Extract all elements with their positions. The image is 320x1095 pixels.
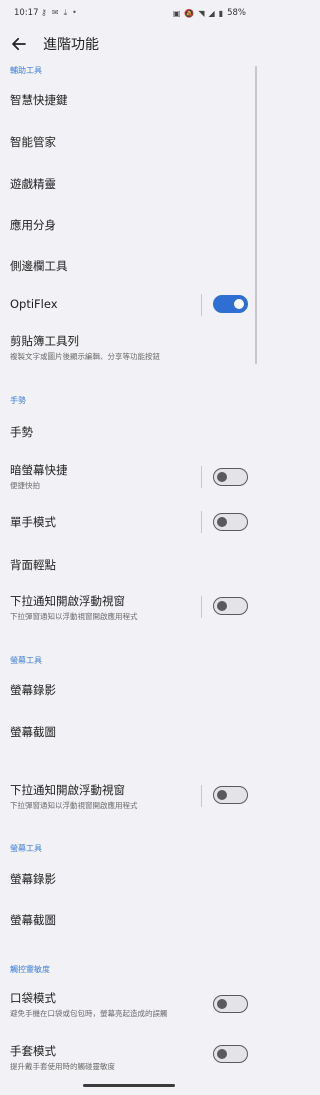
settings-item-smart-key[interactable]: 智慧快捷鍵 [0,84,258,118]
divider [201,466,202,488]
item-label: 智慧快捷鍵 [10,93,68,107]
battery-percent: 58% [227,8,246,18]
pocket-mode-toggle[interactable] [213,995,248,1013]
toggle-knob [217,1048,227,1059]
item-label: 手勢 [10,425,33,439]
section-header-screen-tools-2: 螢幕工具 [10,844,42,853]
settings-item-smart-manager[interactable]: 智能管家 [0,126,258,160]
settings-item-screenshot-2[interactable]: 螢幕截圖 [0,904,258,936]
item-label: 螢幕錄影 [10,872,56,886]
floating-window-toggle-1[interactable] [213,597,248,615]
battery-icon: ▮ [218,8,224,18]
item-subtitle: 下拉彈窗通知以浮動視窗開啟應用程式 [10,801,138,810]
divider [201,785,202,807]
settings-item-gesture[interactable]: 手勢 [0,416,258,448]
item-label: 螢幕截圖 [10,725,56,739]
home-indicator[interactable] [83,1084,175,1087]
item-label: OptiFlex [10,297,58,311]
item-label: 手套模式 [10,1044,56,1058]
divider [201,294,202,316]
signal-icon: ◢ [208,8,215,18]
toggle-knob [217,600,227,611]
notification-icons: ⚷ ✉ ⤓ • [41,8,77,18]
item-subtitle: 下拉彈窗通知以浮動視窗開啟應用程式 [10,612,138,621]
item-label: 遊戲精靈 [10,177,56,191]
section-header-touch-sensitivity: 觸控靈敏度 [10,965,50,974]
system-icons: ▣ 🔕 ◥ ◢ ▮ 58% [173,8,246,18]
settings-item-screen-record-1[interactable]: 螢幕錄影 [0,674,258,706]
settings-item-clipboard[interactable]: 剪貼簿工具列 複製文字或圖片後顯示編輯、分享等功能按鈕 [0,330,258,366]
dark-screen-toggle[interactable] [213,468,248,486]
settings-item-game-genie[interactable]: 遊戲精靈 [0,168,258,202]
wifi-icon: ◥ [198,8,205,18]
settings-item-pocket-mode[interactable]: 口袋模式 避免手機在口袋或包包時，螢幕亮起造成的誤觸 [0,987,258,1023]
section-header-screen-tools-1: 螢幕工具 [10,656,42,665]
item-subtitle: 提升戴手套使用時的觸碰靈敏度 [10,1062,115,1071]
toggle-knob [234,298,244,309]
glove-mode-toggle[interactable] [213,1045,248,1063]
toggle-knob [217,789,227,800]
settings-item-floating-window-1[interactable]: 下拉通知開啟浮動視窗 下拉彈窗通知以浮動視窗開啟應用程式 [0,590,258,626]
settings-item-screen-record-2[interactable]: 螢幕錄影 [0,863,258,895]
settings-item-glove-mode[interactable]: 手套模式 提升戴手套使用時的觸碰靈敏度 [0,1040,258,1076]
back-arrow-icon[interactable] [10,35,28,53]
item-subtitle: 避免手機在口袋或包包時，螢幕亮起造成的誤觸 [10,1009,168,1018]
divider [201,596,202,618]
settings-item-dark-screen-shortcut[interactable]: 暗螢幕快捷 便捷快拍 [0,459,258,495]
settings-item-sidebar-tools[interactable]: 側邊欄工具 [0,250,258,284]
item-label: 背面輕點 [10,558,56,572]
item-label: 下拉通知開啟浮動視窗 [10,783,125,797]
item-label: 螢幕截圖 [10,913,56,927]
toggle-knob [217,998,227,1009]
item-label: 智能管家 [10,135,56,149]
message-icon: ✉ [51,8,59,17]
settings-item-screenshot-1[interactable]: 螢幕截圖 [0,716,258,748]
toggle-knob [217,471,227,482]
item-label: 側邊欄工具 [10,259,68,273]
item-subtitle: 複製文字或圖片後顯示編輯、分享等功能按鈕 [10,352,160,361]
item-label: 暗螢幕快捷 [10,463,68,477]
page-title: 進階功能 [43,37,99,53]
download-icon: ⤓ [63,8,68,17]
one-hand-toggle[interactable] [213,513,248,531]
settings-item-twin-apps[interactable]: 應用分身 [0,209,258,243]
status-time: 10:17 [14,8,39,18]
settings-item-optiflex[interactable]: OptiFlex [0,290,258,320]
settings-item-back-tap[interactable]: 背面輕點 [0,549,258,581]
settings-item-one-hand-mode[interactable]: 單手模式 [0,507,258,537]
section-header-accessibility: 輔助工具 [10,66,42,75]
item-label: 剪貼簿工具列 [10,334,79,348]
settings-item-floating-window-2[interactable]: 下拉通知開啟浮動視窗 下拉彈窗通知以浮動視窗開啟應用程式 [0,779,258,815]
app-header: 進階功能 [0,28,258,60]
key-icon: ⚷ [41,8,47,17]
item-label: 單手模式 [10,515,56,529]
divider [201,511,202,533]
mute-icon: 🔕 [184,8,195,18]
item-label: 應用分身 [10,218,56,232]
toggle-knob [217,516,227,527]
item-label: 口袋模式 [10,991,56,1005]
dot-icon: • [72,8,77,17]
item-label: 螢幕錄影 [10,683,56,697]
nfc-icon: ▣ [172,8,181,18]
optiflex-toggle[interactable] [213,295,248,313]
section-header-gestures: 手勢 [10,396,26,405]
status-bar: 10:17 ⚷ ✉ ⤓ • ▣ 🔕 ◥ ◢ ▮ 58% [0,0,258,28]
floating-window-toggle-2[interactable] [213,786,248,804]
item-subtitle: 便捷快拍 [10,481,40,490]
item-label: 下拉通知開啟浮動視窗 [10,594,125,608]
